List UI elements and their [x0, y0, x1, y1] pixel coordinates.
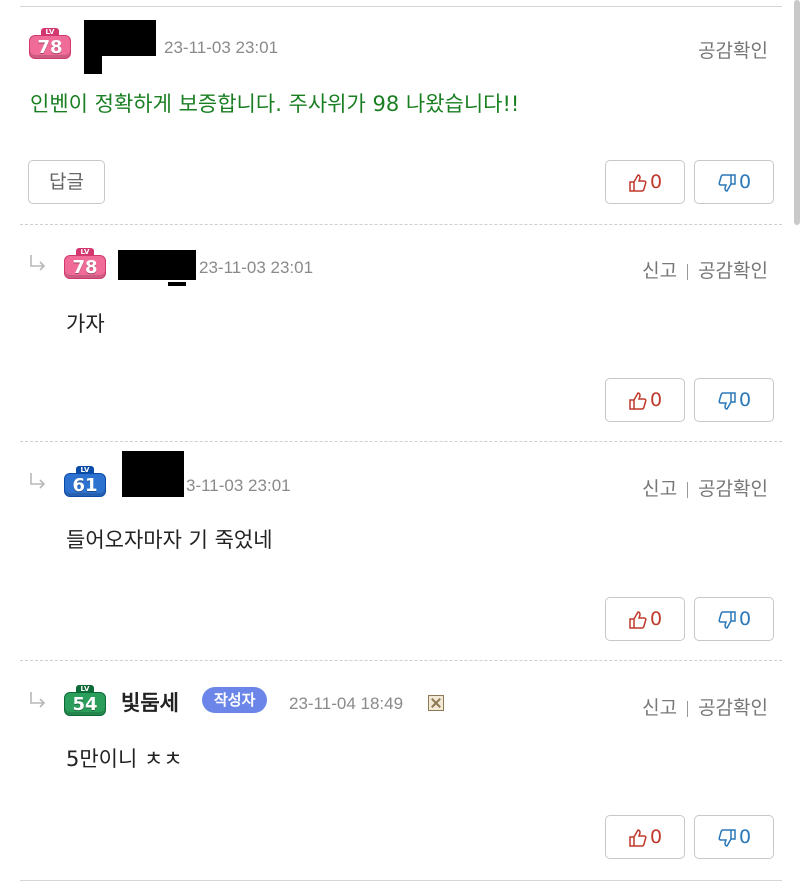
- thumbs-down-icon: [718, 828, 736, 847]
- comment-text: 인벤이 정확하게 보증합니다. 주사위가 98 나왔습니다!!: [30, 92, 520, 116]
- redacted-nickname: [122, 451, 184, 497]
- comment-divider: [20, 224, 782, 225]
- reply-arrow-icon: [30, 255, 46, 271]
- thumbs-up-icon: [629, 610, 647, 629]
- upvote-button[interactable]: 0: [605, 815, 685, 859]
- comment-actions: 신고 공감확인: [642, 693, 768, 720]
- downvote-button[interactable]: 0: [694, 815, 774, 859]
- report-link[interactable]: 신고: [642, 697, 677, 719]
- thumbs-down-icon: [718, 610, 736, 629]
- comment-divider: [20, 441, 782, 442]
- redacted-nickname-part: [168, 282, 186, 286]
- thumbs-up-icon: [629, 173, 647, 192]
- thumbs-up-icon: [629, 828, 647, 847]
- level-badge-icon: LV 54: [63, 685, 107, 721]
- scrollbar[interactable]: [794, 0, 800, 225]
- downvote-button[interactable]: 0: [694, 597, 774, 641]
- downvote-button[interactable]: 0: [694, 160, 774, 204]
- downvote-count: 0: [738, 608, 752, 630]
- upvote-count: 0: [649, 826, 663, 848]
- level-badge-icon: LV 61: [63, 466, 107, 502]
- comment-time: 3-11-03 23:01: [186, 476, 291, 495]
- empathy-check-link[interactable]: 공감확인: [698, 697, 768, 719]
- comment-actions: 신고 공감확인: [642, 474, 768, 501]
- reply-button[interactable]: 답글: [28, 160, 105, 204]
- thumbs-down-icon: [718, 173, 736, 192]
- report-link[interactable]: 신고: [642, 478, 677, 500]
- downvote-button[interactable]: 0: [694, 378, 774, 422]
- upvote-button[interactable]: 0: [605, 160, 685, 204]
- level-badge-icon: LV 78: [28, 28, 72, 64]
- upvote-count: 0: [649, 389, 663, 411]
- redacted-nickname-part: [84, 50, 102, 74]
- downvote-count: 0: [738, 171, 752, 193]
- nickname[interactable]: 빛둠세: [121, 687, 179, 717]
- action-separator: [687, 263, 689, 280]
- empathy-check-link[interactable]: 공감확인: [698, 260, 768, 282]
- empathy-check-link[interactable]: 공감확인: [698, 40, 768, 62]
- upvote-count: 0: [649, 608, 663, 630]
- author-badge: 작성자: [202, 687, 268, 713]
- downvote-count: 0: [738, 389, 752, 411]
- downvote-count: 0: [738, 826, 752, 848]
- top-divider: [20, 6, 782, 7]
- level-badge-icon: LV 78: [63, 248, 107, 284]
- comment-text: 가자: [66, 312, 105, 336]
- comment-actions: 신고 공감확인: [642, 256, 768, 283]
- comment-actions: 공감확인: [698, 36, 768, 63]
- comment-text: 들어오자마자 기 죽었네: [66, 528, 273, 552]
- reply-arrow-icon: [30, 473, 46, 489]
- thumbs-up-icon: [629, 391, 647, 410]
- comment-time: 23-11-03 23:01: [164, 38, 279, 57]
- x-box-icon[interactable]: [428, 695, 444, 711]
- comment-time: 23-11-04 18:49: [289, 694, 404, 713]
- report-link[interactable]: 신고: [642, 260, 677, 282]
- redacted-nickname: [118, 250, 196, 280]
- comment-time: 23-11-03 23:01: [199, 258, 314, 277]
- upvote-button[interactable]: 0: [605, 597, 685, 641]
- comment-text: 5만이니 ㅊㅊ: [66, 747, 183, 771]
- empathy-check-link[interactable]: 공감확인: [698, 478, 768, 500]
- reply-arrow-icon: [30, 692, 46, 708]
- action-separator: [687, 700, 689, 717]
- thumbs-down-icon: [718, 391, 736, 410]
- upvote-count: 0: [649, 171, 663, 193]
- upvote-button[interactable]: 0: [605, 378, 685, 422]
- bottom-divider: [20, 880, 782, 881]
- comment-divider: [20, 660, 782, 661]
- action-separator: [687, 481, 689, 498]
